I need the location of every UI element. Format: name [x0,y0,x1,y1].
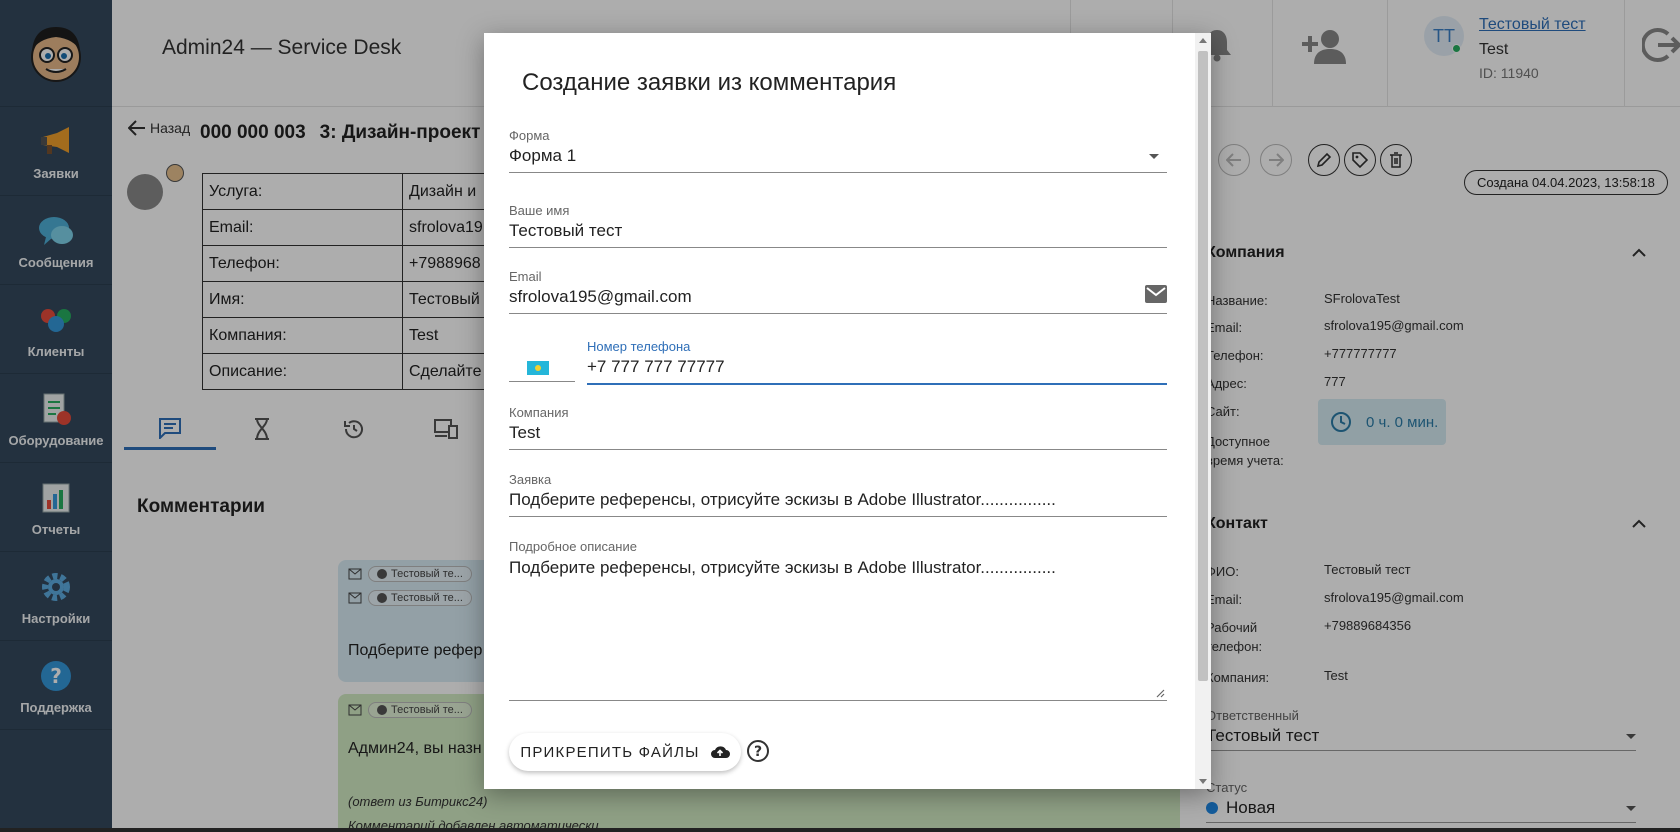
phone-input[interactable]: +7 777 777 77777 [587,357,1167,385]
scroll-down-arrow-icon[interactable] [1199,779,1207,784]
bottom-edge [0,828,1680,832]
help-circle-icon[interactable]: ? [746,739,770,768]
form-value: Форма 1 [509,146,577,165]
name-input[interactable]: Тестовый тест [509,221,1167,248]
email-value: sfrolova195@gmail.com [509,287,692,306]
scrollbar-thumb[interactable] [1198,51,1208,681]
description-textarea[interactable]: Подберите референсы, отрисуйте эскизы в … [509,558,1167,701]
attach-files-button[interactable]: ПРИКРЕПИТЬ ФАЙЛЫ [509,733,741,771]
email-label: Email [509,269,542,284]
attach-files-label: ПРИКРЕПИТЬ ФАЙЛЫ [520,743,700,761]
kazakhstan-flag-icon[interactable] [527,361,549,375]
svg-text:?: ? [754,744,762,760]
company-input[interactable]: Test [509,423,1167,450]
description-value: Подберите референсы, отрисуйте эскизы в … [509,558,1056,577]
dropdown-arrow-icon [1149,154,1159,159]
flag-sun [535,365,541,371]
phone-label: Номер телефона [587,339,691,354]
country-select-underline [509,381,575,382]
create-ticket-modal: Создание заявки из комментария Форма Фор… [484,33,1211,789]
email-input[interactable]: sfrolova195@gmail.com [509,285,1167,314]
form-label: Форма [509,128,550,143]
company-label: Компания [509,405,569,420]
request-label: Заявка [509,472,552,487]
resize-handle-icon[interactable] [1155,688,1165,698]
name-label: Ваше имя [509,203,570,218]
description-label: Подробное описание [509,539,637,554]
cloud-upload-icon [710,746,730,758]
mail-icon [1145,285,1167,303]
modal-scrollbar[interactable] [1195,33,1211,789]
modal-title: Создание заявки из комментария [522,69,897,96]
form-select[interactable]: Форма 1 [509,146,1167,173]
request-input[interactable]: Подберите референсы, отрисуйте эскизы в … [509,490,1167,517]
scroll-up-arrow-icon[interactable] [1199,38,1207,43]
